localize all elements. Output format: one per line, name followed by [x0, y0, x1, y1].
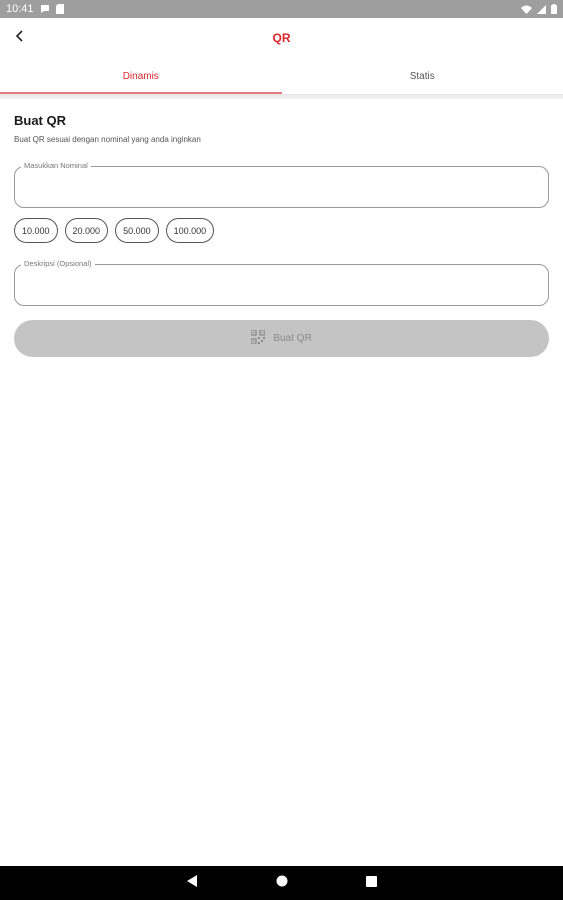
sd-card-icon	[55, 4, 64, 14]
tab-dinamis[interactable]: Dinamis	[0, 58, 282, 94]
nav-recents-icon	[366, 874, 377, 892]
battery-icon	[551, 4, 557, 14]
form-title: Buat QR	[14, 113, 66, 128]
back-button[interactable]	[8, 26, 32, 50]
wifi-icon	[521, 5, 532, 14]
description-field[interactable]: Deskripsi (Opsional)	[14, 259, 549, 306]
create-qr-button-label: Buat QR	[273, 333, 312, 344]
description-input[interactable]	[15, 265, 548, 305]
quick-amount-chips: 10.000 20.000 50.000 100.000	[14, 218, 215, 243]
qr-code-icon	[250, 329, 266, 347]
arrow-back-icon	[14, 29, 26, 47]
nav-back-button[interactable]	[182, 873, 202, 893]
chat-notification-icon	[40, 4, 50, 14]
amount-chip-50000[interactable]: 50.000	[115, 218, 159, 243]
system-nav-bar	[0, 866, 563, 900]
status-bar: 10:41	[0, 0, 563, 18]
status-time: 10:41	[6, 3, 34, 15]
nominal-field[interactable]: Masukkan Nominal	[14, 161, 549, 208]
page-title: QR	[272, 31, 291, 45]
create-qr-button[interactable]: Buat QR	[14, 320, 549, 357]
tab-bar: Dinamis Statis	[0, 58, 563, 94]
amount-chip-100000[interactable]: 100.000	[165, 218, 215, 243]
tab-statis[interactable]: Statis	[282, 58, 563, 94]
signal-icon	[537, 4, 546, 14]
form-description: Buat QR sesuai dengan nominal yang anda …	[14, 135, 201, 144]
nav-back-icon	[186, 874, 198, 892]
description-field-label: Deskripsi (Opsional)	[21, 259, 95, 268]
nav-recents-button[interactable]	[362, 873, 382, 893]
amount-chip-10000[interactable]: 10.000	[14, 218, 58, 243]
tab-divider	[0, 94, 563, 99]
amount-chip-20000[interactable]: 20.000	[64, 218, 109, 243]
nav-home-button[interactable]	[272, 873, 292, 893]
nav-home-icon	[276, 874, 288, 892]
app-bar: QR	[0, 18, 563, 58]
nominal-input[interactable]	[15, 167, 548, 207]
nominal-field-label: Masukkan Nominal	[21, 161, 91, 170]
